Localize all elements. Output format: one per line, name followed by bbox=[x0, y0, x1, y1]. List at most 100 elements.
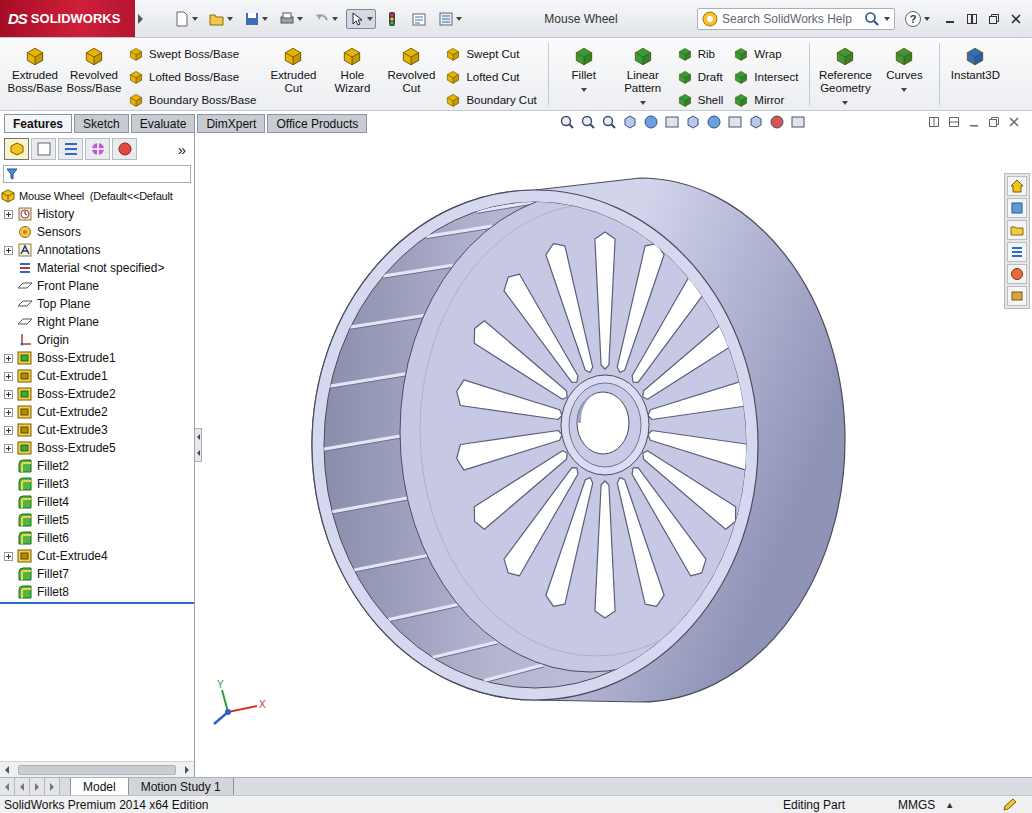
ribbon-small-button[interactable]: Mirror bbox=[733, 90, 798, 110]
tree-item[interactable]: Sensors bbox=[0, 223, 194, 241]
minimize-icon[interactable] bbox=[944, 13, 956, 25]
panel-tab[interactable] bbox=[31, 138, 56, 160]
ribbon-small-button[interactable]: Rib bbox=[677, 44, 724, 64]
file-properties-button[interactable] bbox=[408, 9, 430, 29]
search-box[interactable] bbox=[697, 8, 895, 30]
pencil-icon[interactable] bbox=[1002, 798, 1018, 812]
tree-item[interactable]: Boss-Extrude2 bbox=[0, 385, 194, 403]
task-pane-button[interactable] bbox=[1007, 220, 1027, 240]
scroll-right-icon[interactable] bbox=[182, 765, 192, 775]
ribbon-small-button[interactable]: Lofted Boss/Base bbox=[128, 67, 256, 87]
panel-tab[interactable] bbox=[58, 138, 83, 160]
tree-item[interactable]: Material <not specified> bbox=[0, 259, 194, 277]
tree-item[interactable]: Fillet7 bbox=[0, 565, 194, 583]
tree-item[interactable]: Right Plane bbox=[0, 313, 194, 331]
expand-toggle[interactable] bbox=[4, 354, 13, 363]
more-tabs-button[interactable]: » bbox=[178, 141, 190, 158]
expand-toggle[interactable] bbox=[4, 552, 13, 561]
dropdown-arrow-icon[interactable] bbox=[842, 101, 848, 105]
tree-item[interactable]: Fillet2 bbox=[0, 457, 194, 475]
help-button[interactable]: ? bbox=[905, 11, 930, 27]
command-tab[interactable]: DimXpert bbox=[197, 114, 265, 133]
next-tab-button[interactable] bbox=[30, 778, 45, 795]
ribbon-small-button[interactable]: Draft bbox=[677, 67, 724, 87]
doc-close-icon[interactable] bbox=[1008, 116, 1020, 128]
view-tool-icon[interactable] bbox=[727, 114, 743, 130]
tree-filter[interactable] bbox=[3, 165, 191, 183]
expand-toggle[interactable] bbox=[4, 390, 13, 399]
tree-item[interactable]: Origin bbox=[0, 331, 194, 349]
tile-icon[interactable] bbox=[966, 13, 978, 25]
ribbon-large-button[interactable]: Extruded Boss/Base bbox=[6, 41, 64, 95]
ribbon-large-button[interactable]: Linear Pattern bbox=[614, 41, 672, 105]
ribbon-large-button[interactable]: Fillet bbox=[555, 41, 613, 92]
search-input[interactable] bbox=[722, 12, 860, 26]
expand-toggle[interactable] bbox=[4, 408, 13, 417]
view-tool-icon[interactable] bbox=[664, 114, 680, 130]
ribbon-small-button[interactable]: Intersect bbox=[733, 67, 798, 87]
view-tool-icon[interactable] bbox=[685, 114, 701, 130]
restore-icon[interactable] bbox=[988, 13, 1000, 25]
expand-toggle[interactable] bbox=[4, 426, 13, 435]
command-tab[interactable]: Evaluate bbox=[131, 114, 196, 133]
view-tool-icon[interactable] bbox=[559, 114, 575, 130]
tree-item[interactable]: Cut-Extrude3 bbox=[0, 421, 194, 439]
tree-item[interactable]: Fillet8 bbox=[0, 583, 194, 601]
view-tool-icon[interactable] bbox=[580, 114, 596, 130]
rollback-bar[interactable] bbox=[0, 602, 194, 604]
expand-toggle[interactable] bbox=[4, 372, 13, 381]
menu-arrow-icon[interactable] bbox=[138, 14, 143, 24]
view-tool-icon[interactable] bbox=[748, 114, 764, 130]
tile-vertical-icon[interactable] bbox=[948, 116, 960, 128]
ribbon-small-button[interactable]: Boundary Boss/Base bbox=[128, 90, 256, 110]
open-button[interactable] bbox=[206, 9, 236, 29]
rebuild-button[interactable] bbox=[381, 9, 403, 29]
horizontal-scrollbar[interactable] bbox=[0, 761, 194, 777]
command-tab[interactable]: Features bbox=[4, 114, 72, 133]
tree-item[interactable]: Fillet6 bbox=[0, 529, 194, 547]
scroll-thumb[interactable] bbox=[18, 765, 176, 775]
view-tool-icon[interactable] bbox=[706, 114, 722, 130]
first-tab-button[interactable] bbox=[0, 778, 15, 795]
model-view[interactable]: YX bbox=[195, 133, 1032, 777]
task-pane-button[interactable] bbox=[1007, 198, 1027, 218]
tree-item[interactable]: Fillet5 bbox=[0, 511, 194, 529]
tree-item[interactable]: Cut-Extrude2 bbox=[0, 403, 194, 421]
close-icon[interactable] bbox=[1010, 13, 1022, 25]
bottom-tab[interactable]: Motion Study 1 bbox=[129, 778, 234, 795]
ribbon-large-button[interactable]: Hole Wizard bbox=[323, 41, 381, 95]
command-tab[interactable]: Office Products bbox=[267, 114, 367, 133]
tree-item[interactable]: Cut-Extrude1 bbox=[0, 367, 194, 385]
panel-collapse-handle[interactable] bbox=[195, 428, 202, 462]
view-tool-icon[interactable] bbox=[601, 114, 617, 130]
ribbon-large-button[interactable]: Extruded Cut bbox=[264, 41, 322, 95]
task-pane-button[interactable] bbox=[1007, 242, 1027, 262]
print-button[interactable] bbox=[276, 9, 306, 29]
ribbon-small-button[interactable]: Swept Boss/Base bbox=[128, 44, 256, 64]
last-tab-button[interactable] bbox=[45, 778, 60, 795]
panel-tab[interactable] bbox=[112, 138, 137, 160]
ribbon-large-button[interactable]: Reference Geometry bbox=[816, 41, 874, 105]
new-button[interactable] bbox=[171, 9, 201, 29]
ribbon-small-button[interactable]: Lofted Cut bbox=[445, 67, 536, 87]
scroll-left-icon[interactable] bbox=[2, 765, 12, 775]
panel-tab[interactable] bbox=[85, 138, 110, 160]
expand-toggle[interactable] bbox=[4, 246, 13, 255]
tree-item[interactable]: Fillet4 bbox=[0, 493, 194, 511]
expand-toggle[interactable] bbox=[4, 210, 13, 219]
task-pane-button[interactable] bbox=[1007, 176, 1027, 196]
select-button[interactable] bbox=[346, 9, 376, 29]
solidworks-logo[interactable]: DSSOLIDWORKS bbox=[0, 0, 135, 37]
dropdown-arrow-icon[interactable] bbox=[581, 88, 587, 92]
tree-item[interactable]: Annotations bbox=[0, 241, 194, 259]
tree-item[interactable]: Top Plane bbox=[0, 295, 194, 313]
wheel-model[interactable] bbox=[312, 178, 845, 702]
ribbon-large-button[interactable]: Instant3D bbox=[946, 41, 1004, 82]
ribbon-large-button[interactable]: Revolved Boss/Base bbox=[65, 41, 123, 95]
tree-item[interactable]: Fillet3 bbox=[0, 475, 194, 493]
prev-tab-button[interactable] bbox=[15, 778, 30, 795]
tree-item[interactable]: History bbox=[0, 205, 194, 223]
doc-minimize-icon[interactable] bbox=[968, 116, 980, 128]
ribbon-small-button[interactable]: Swept Cut bbox=[445, 44, 536, 64]
tile-horizontal-icon[interactable] bbox=[928, 116, 940, 128]
